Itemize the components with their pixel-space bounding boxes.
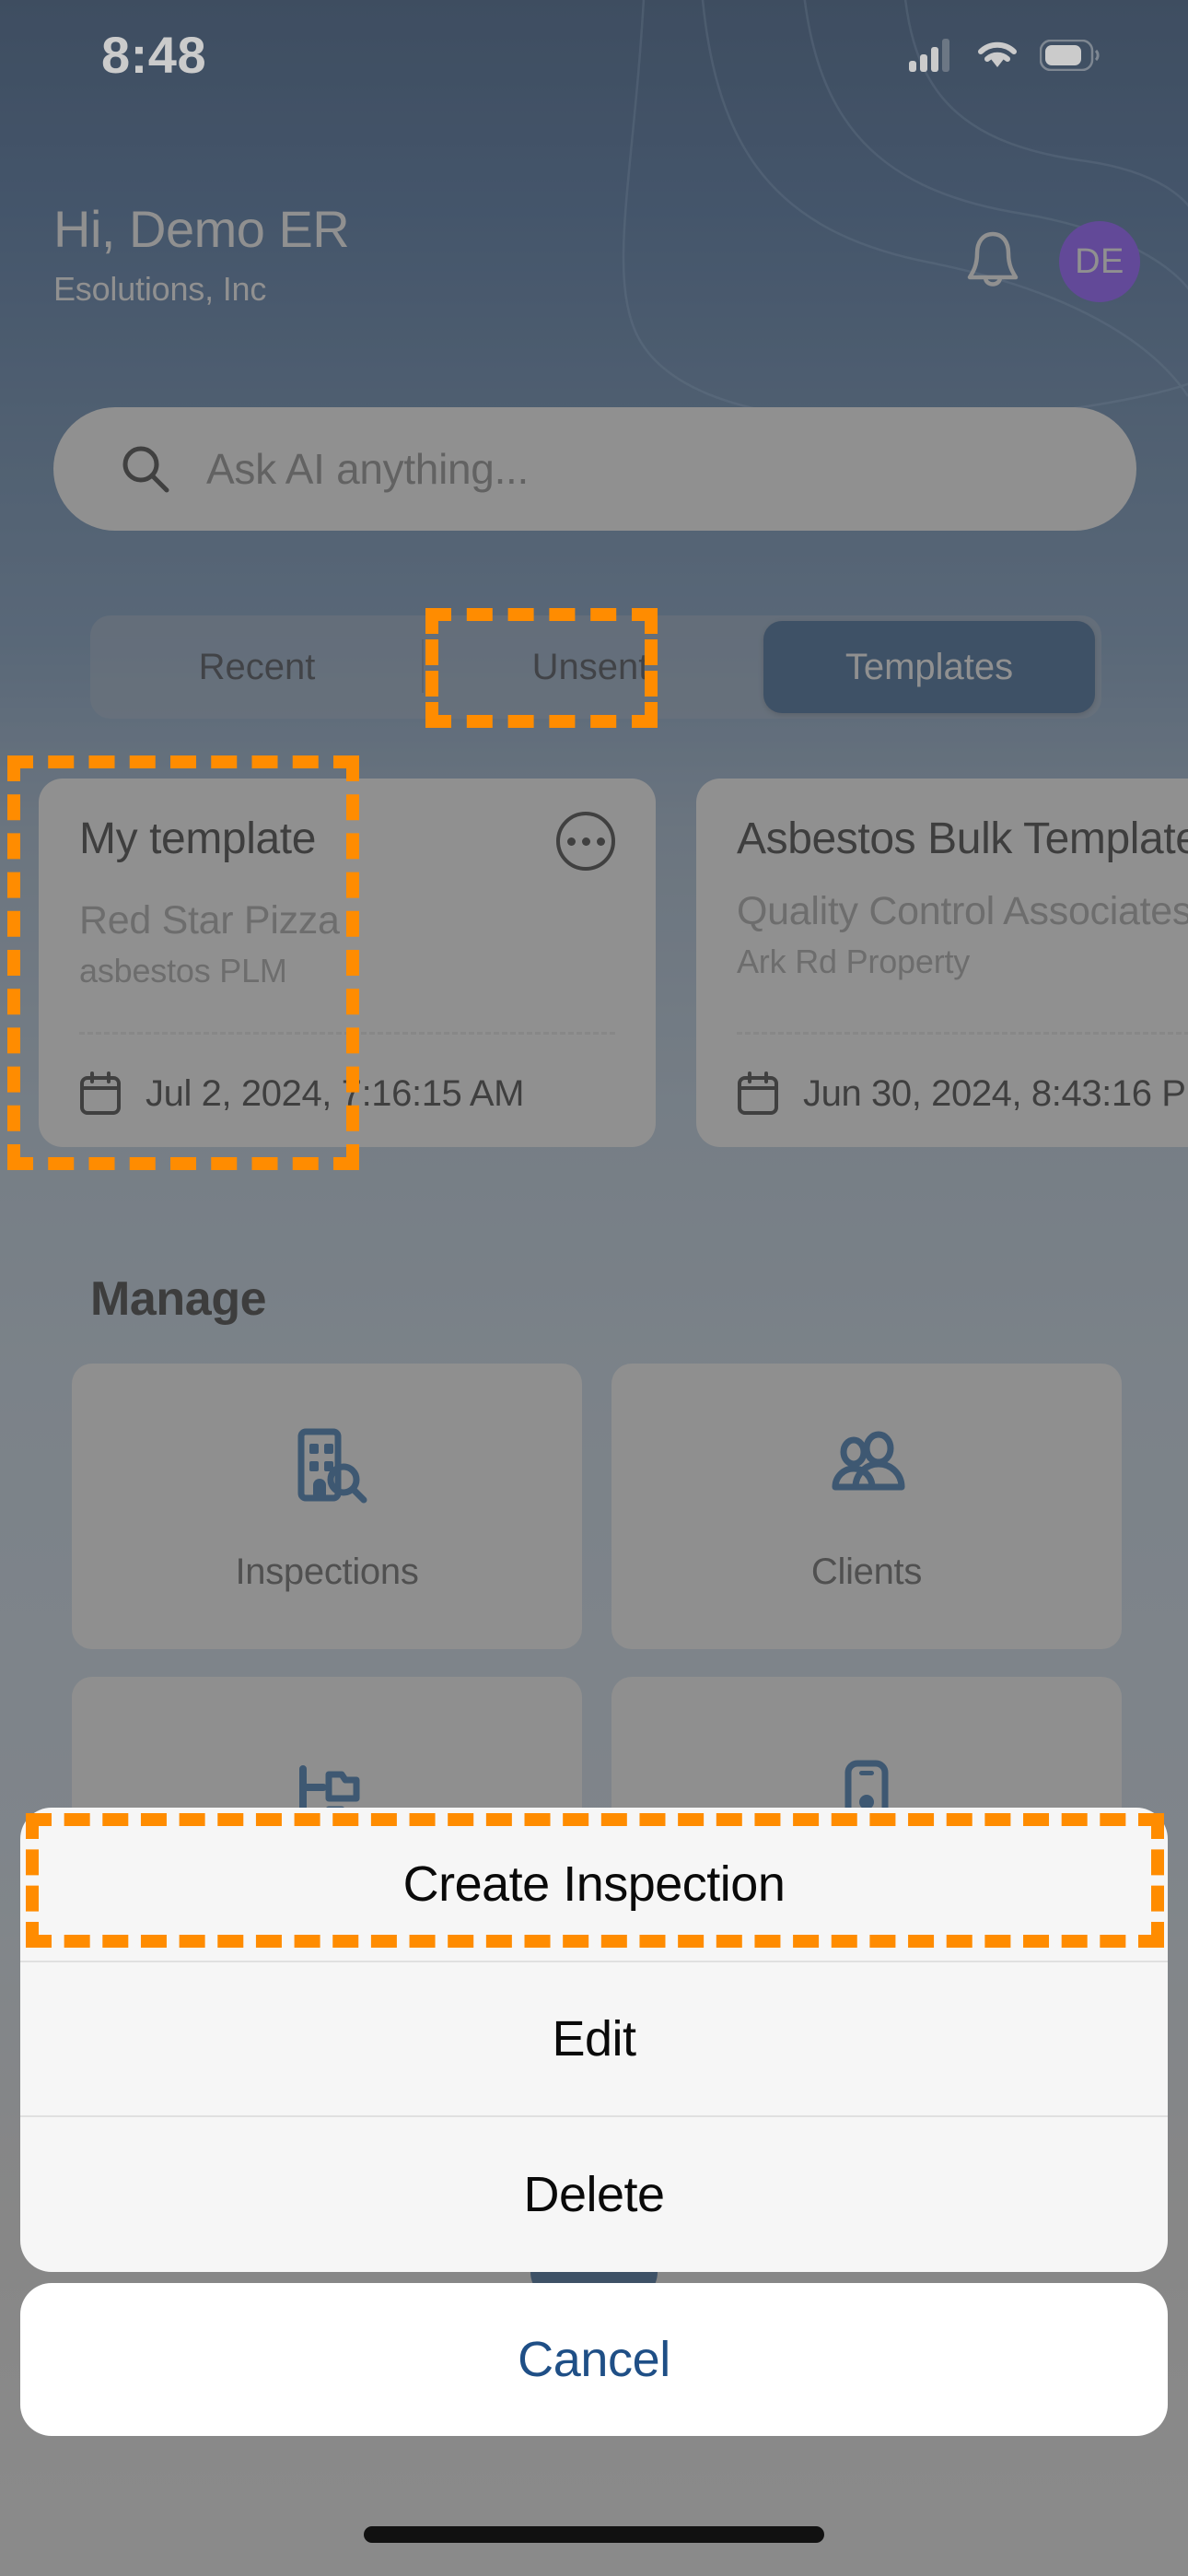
status-bar: 8:48 xyxy=(0,0,1188,111)
template-client: Quality Control Associates xyxy=(737,889,1188,933)
card-divider xyxy=(79,1032,615,1035)
tab-unsent[interactable]: Unsent xyxy=(424,615,757,719)
building-search-icon xyxy=(297,1428,367,1503)
search-icon xyxy=(122,446,169,493)
manage-card-label: Inspections xyxy=(235,1551,419,1592)
template-subtitle: asbestos PLM xyxy=(79,952,287,990)
wifi-icon xyxy=(978,41,1017,67)
header-actions: DE xyxy=(956,221,1140,302)
action-edit[interactable]: Edit xyxy=(20,1962,1168,2117)
template-date-row: Jun 30, 2024, 8:43:16 PM xyxy=(737,1071,1188,1116)
search-placeholder-text: Ask AI anything... xyxy=(206,445,530,493)
more-options-icon[interactable] xyxy=(556,812,615,871)
template-card[interactable]: Asbestos Bulk Template Quality Control A… xyxy=(696,779,1188,1147)
phone-screen: 8:48 Hi, Demo ER Esolutions, Inc DE Ask … xyxy=(0,0,1188,2576)
template-date: Jun 30, 2024, 8:43:16 PM xyxy=(803,1072,1188,1114)
action-create-inspection[interactable]: Create Inspection xyxy=(20,1808,1168,1962)
avatar[interactable]: DE xyxy=(1059,221,1140,302)
dot xyxy=(581,837,590,846)
template-client: Red Star Pizza xyxy=(79,898,340,943)
template-date-row: Jul 2, 2024, 7:16:15 AM xyxy=(79,1071,524,1116)
avatar-initials: DE xyxy=(1075,241,1124,281)
cancel-label: Cancel xyxy=(518,2332,670,2387)
bell-icon xyxy=(967,231,1019,287)
greeting-header: Hi, Demo ER Esolutions, Inc DE xyxy=(0,200,1188,309)
dot xyxy=(566,837,576,846)
battery-icon xyxy=(1040,40,1100,71)
manage-section-title: Manage xyxy=(90,1272,267,1326)
card-divider xyxy=(737,1032,1188,1035)
calendar-icon xyxy=(738,1071,778,1115)
status-bar-time: 8:48 xyxy=(101,26,207,84)
action-delete[interactable]: Delete xyxy=(20,2117,1168,2272)
people-icon xyxy=(832,1431,905,1490)
dot xyxy=(596,837,605,846)
status-bar-icons xyxy=(909,39,1101,72)
manage-card-label: Clients xyxy=(810,1551,923,1592)
action-sheet: Create Inspection Edit Delete xyxy=(20,1808,1168,2272)
action-cancel-button[interactable]: Cancel xyxy=(20,2283,1168,2436)
template-date: Jul 2, 2024, 7:16:15 AM xyxy=(146,1072,525,1114)
templates-carousel[interactable]: My template Red Star Pizza asbestos PLM … xyxy=(39,779,1188,1147)
segmented-tabs: Recent Unsent Templates xyxy=(90,615,1101,719)
manage-card-inspections[interactable]: Inspections xyxy=(72,1364,582,1649)
company-name: Esolutions, Inc xyxy=(53,269,267,308)
tab-templates[interactable]: Templates xyxy=(763,621,1095,713)
tab-recent[interactable]: Recent xyxy=(90,615,424,719)
template-card-header: My template xyxy=(79,812,615,871)
greeting-name: Hi, Demo ER xyxy=(53,200,350,258)
greeting-text-block: Hi, Demo ER Esolutions, Inc xyxy=(53,200,350,309)
home-indicator xyxy=(364,2526,824,2543)
template-card-header: Asbestos Bulk Template xyxy=(737,817,1188,861)
notifications-button[interactable] xyxy=(956,225,1030,299)
template-subtitle: Ark Rd Property xyxy=(737,943,971,981)
template-title: Asbestos Bulk Template xyxy=(737,814,1188,863)
manage-card-clients[interactable]: Clients xyxy=(611,1364,1122,1649)
search-input[interactable]: Ask AI anything... xyxy=(53,407,1136,531)
template-title: My template xyxy=(79,814,317,863)
calendar-icon xyxy=(80,1071,121,1115)
template-card[interactable]: My template Red Star Pizza asbestos PLM … xyxy=(39,779,656,1147)
cellular-signal-icon xyxy=(909,39,949,72)
